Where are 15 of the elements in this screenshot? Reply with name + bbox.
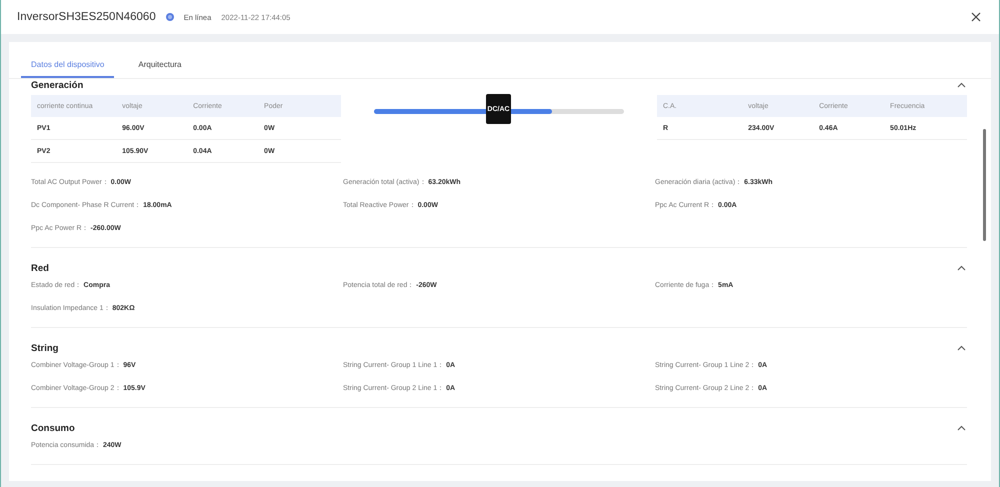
chevron-icon bbox=[956, 425, 966, 431]
chevron-icon bbox=[956, 345, 966, 351]
online-status-icon bbox=[166, 13, 174, 21]
chevron-icon bbox=[956, 82, 966, 88]
tab[interactable]: Arquitectura bbox=[128, 56, 192, 78]
section-title: String bbox=[31, 342, 58, 354]
section-title: Red bbox=[31, 262, 49, 274]
close-button[interactable] bbox=[969, 10, 983, 24]
chevron-icon bbox=[956, 265, 966, 271]
window-title: InversorSH3ES250N46060 bbox=[17, 11, 156, 23]
close-icon bbox=[971, 12, 981, 22]
section-title: Generación bbox=[31, 80, 84, 90]
scrollbar[interactable] bbox=[982, 129, 986, 241]
tab[interactable]: Datos del dispositivo bbox=[21, 56, 114, 78]
section-title: Consumo bbox=[31, 422, 75, 434]
